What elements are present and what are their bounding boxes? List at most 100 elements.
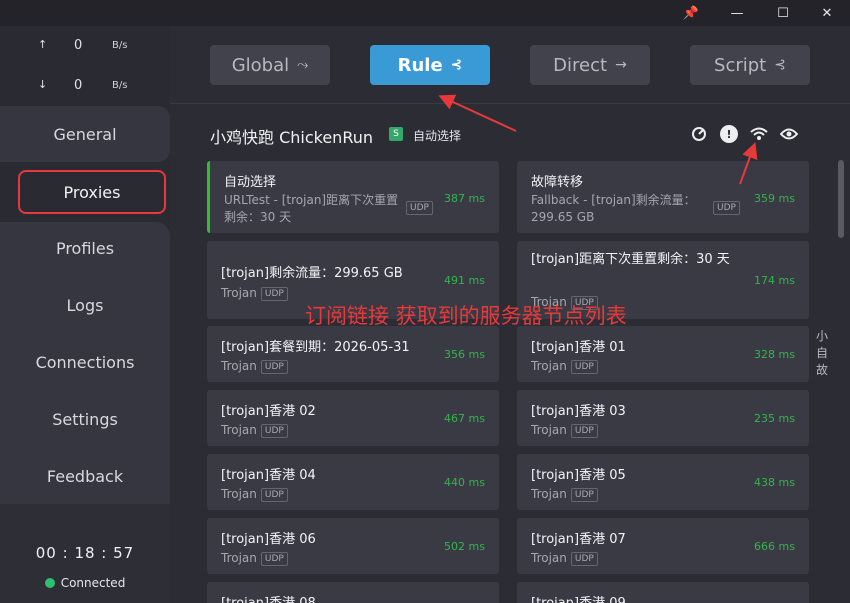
proxy-type-row: Trojan UDP: [221, 423, 288, 438]
title-bar: 📌 — ☐ ✕: [0, 0, 850, 26]
udp-badge: UDP: [260, 360, 288, 374]
proxy-card[interactable]: [trojan]香港 04 Trojan UDP 440 ms: [207, 454, 499, 510]
mode-rule-button[interactable]: Rule ⊰: [370, 45, 490, 85]
sidebar-item-general[interactable]: General: [0, 106, 170, 162]
proxy-type-row: Trojan UDP: [531, 359, 598, 374]
proxy-card[interactable]: [trojan]香港 09: [517, 582, 809, 603]
proxy-type: Trojan: [221, 551, 257, 565]
download-value: 0: [74, 78, 83, 93]
proxy-type: Trojan: [221, 423, 257, 437]
group-type-badge: S: [389, 127, 403, 141]
udp-badge: UDP: [260, 424, 288, 438]
status-label: Connected: [60, 576, 126, 590]
udp-badge: UDP: [570, 552, 598, 566]
proxy-type: Trojan: [221, 487, 257, 501]
proxy-card[interactable]: [trojan]香港 07 Trojan UDP 666 ms: [517, 518, 809, 574]
eye-icon[interactable]: [780, 125, 798, 143]
connection-status: Connected: [0, 576, 170, 590]
proxy-latency[interactable]: 356 ms: [444, 348, 485, 361]
sidebar-item-settings[interactable]: Settings: [0, 399, 170, 439]
proxy-name: [trojan]香港 05: [531, 468, 626, 483]
maximize-button[interactable]: ☐: [760, 0, 806, 26]
proxy-card[interactable]: [trojan]香港 06 Trojan UDP 502 ms: [207, 518, 499, 574]
proxy-latency[interactable]: 491 ms: [444, 274, 485, 287]
sidebar-item-connections[interactable]: Connections: [0, 342, 170, 382]
download-unit: B/s: [112, 80, 128, 91]
download-row: ↓ 0 B/s: [0, 78, 170, 98]
proxy-latency[interactable]: 235 ms: [754, 412, 795, 425]
upload-unit: B/s: [112, 40, 128, 51]
minimize-button[interactable]: —: [714, 0, 760, 26]
proxy-latency[interactable]: 666 ms: [754, 540, 795, 553]
mode-script-button[interactable]: Script ⊰: [690, 45, 810, 85]
mode-label: Rule: [397, 54, 443, 76]
proxy-name: [trojan]剩余流量：299.65 GB: [221, 266, 403, 281]
connection-status-panel: 00 : 18 : 57 Connected: [0, 504, 170, 603]
proxy-card[interactable]: [trojan]香港 05 Trojan UDP 438 ms: [517, 454, 809, 510]
proxy-name: [trojan]香港 06: [221, 532, 316, 547]
upload-arrow-icon: ↑: [38, 38, 48, 51]
proxy-latency[interactable]: 438 ms: [754, 476, 795, 489]
app-window: 📌 — ☐ ✕ ↑ 0 B/s ↓ 0 B/s General Proxies …: [0, 0, 850, 603]
proxy-type: Trojan: [531, 551, 567, 565]
udp-badge: UDP: [570, 424, 598, 438]
sidebar-item-proxies[interactable]: Proxies: [18, 170, 166, 214]
proxy-type-row: Trojan UDP: [221, 551, 288, 566]
proxy-card[interactable]: [trojan]香港 02 Trojan UDP 467 ms: [207, 390, 499, 446]
proxy-latency[interactable]: 359 ms: [754, 192, 795, 205]
proxy-latency[interactable]: 502 ms: [444, 540, 485, 553]
proxy-latency[interactable]: 387 ms: [444, 192, 485, 205]
proxy-latency[interactable]: 328 ms: [754, 348, 795, 361]
close-button[interactable]: ✕: [804, 0, 850, 26]
proxy-card[interactable]: [trojan]香港 01 Trojan UDP 328 ms: [517, 326, 809, 382]
proxy-card[interactable]: [trojan]套餐到期：2026-05-31 Trojan UDP 356 ms: [207, 326, 499, 382]
sidebar-item-feedback[interactable]: Feedback: [0, 456, 170, 496]
pin-icon[interactable]: 📌: [668, 0, 714, 26]
proxy-name: [trojan]套餐到期：2026-05-31: [221, 340, 410, 355]
proxy-name: [trojan]香港 02: [221, 404, 316, 419]
speed-test-icon[interactable]: [690, 125, 708, 143]
udp-badge: UDP: [570, 488, 598, 502]
proxy-type: Trojan: [221, 359, 257, 373]
proxy-type-row: Trojan UDP: [531, 551, 598, 566]
proxy-latency[interactable]: 440 ms: [444, 476, 485, 489]
info-icon[interactable]: !: [720, 125, 738, 143]
upload-row: ↑ 0 B/s: [0, 38, 170, 58]
proxy-type-row: Trojan UDP: [221, 359, 288, 374]
proxy-name: [trojan]香港 08: [221, 592, 316, 603]
proxy-card-fallback[interactable]: 故障转移 Fallback - [trojan]剩余流量：299.65 GB U…: [517, 161, 809, 233]
sidebar-item-label: Proxies: [63, 182, 121, 202]
uptime-timer: 00 : 18 : 57: [35, 544, 135, 562]
proxy-name: [trojan]香港 09: [531, 592, 626, 603]
sidebar-item-logs[interactable]: Logs: [0, 285, 170, 325]
udp-badge: UDP: [260, 552, 288, 566]
proxy-card[interactable]: [trojan]香港 08: [207, 582, 499, 603]
mode-label: Script: [714, 54, 767, 76]
status-dot-icon: [44, 578, 55, 588]
sidebar-item-label: General: [53, 124, 117, 144]
mode-bar: Global ⤳ Rule ⊰ Direct → Script ⊰: [170, 26, 850, 104]
group-nav-item[interactable]: 小: [815, 328, 829, 345]
proxy-latency[interactable]: 467 ms: [444, 412, 485, 425]
mode-direct-button[interactable]: Direct →: [530, 45, 650, 85]
group-nav-item[interactable]: 自: [815, 345, 829, 362]
udp-badge: UDP: [713, 201, 740, 215]
arrow-right-icon: →: [615, 57, 627, 73]
proxy-type: Fallback - [trojan]剩余流量：299.65 GB: [531, 193, 696, 224]
mode-global-button[interactable]: Global ⤳: [210, 45, 330, 85]
proxy-latency[interactable]: 174 ms: [754, 274, 795, 287]
wifi-icon[interactable]: [750, 125, 768, 143]
proxy-name: [trojan]香港 01: [531, 340, 626, 355]
proxy-group-title: 小鸡快跑 ChickenRun: [210, 128, 374, 147]
group-nav-item[interactable]: 故: [815, 362, 829, 379]
upload-value: 0: [74, 38, 83, 53]
proxy-type-row: Trojan UDP: [531, 423, 598, 438]
proxy-card-auto-select[interactable]: 自动选择 URLTest - [trojan]距离下次重置剩余：30 天 UDP…: [207, 161, 499, 233]
scrollbar-thumb[interactable]: [838, 160, 844, 238]
download-arrow-icon: ↓: [38, 78, 48, 91]
proxy-card[interactable]: [trojan]香港 03 Trojan UDP 235 ms: [517, 390, 809, 446]
proxy-type-row: Trojan UDP: [221, 286, 288, 301]
udp-badge: UDP: [260, 287, 288, 301]
branch-icon: ⊰: [774, 57, 786, 73]
sidebar-item-profiles[interactable]: Profiles: [0, 228, 170, 268]
